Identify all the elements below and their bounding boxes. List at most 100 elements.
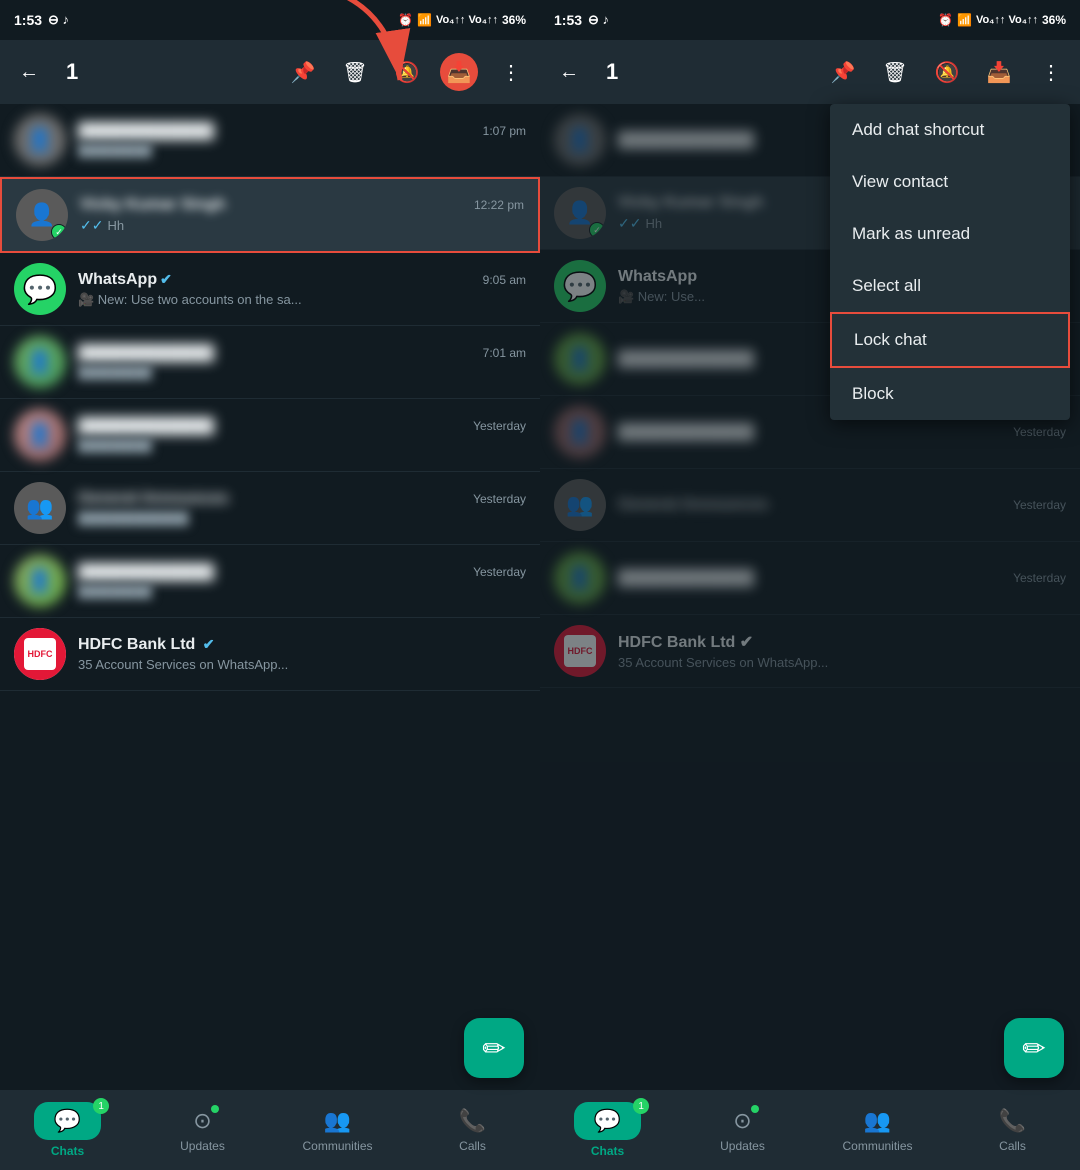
chat-preview: ████████	[78, 584, 526, 599]
lock-chat-label: Lock chat	[854, 330, 927, 349]
chat-time: 7:01 am	[483, 346, 526, 360]
group-icon: 👥	[26, 495, 53, 521]
avatar-badge: ✓	[51, 224, 67, 240]
right-more-button[interactable]: ⋮	[1032, 53, 1070, 91]
menu-view-contact[interactable]: View contact	[830, 156, 1070, 208]
chat-name: ████████████	[618, 423, 754, 441]
chat-preview-text: Hh	[645, 216, 662, 231]
right-delete-icon: 🗑	[882, 60, 907, 85]
chat-content: ████████████ 1:07 pm ████████	[78, 122, 526, 158]
communities-icon: 👥	[324, 1107, 352, 1135]
chat-time: 9:05 am	[483, 273, 526, 287]
chats-label: Chats	[51, 1144, 84, 1158]
chat-item[interactable]: HDFC HDFC Bank Ltd ✔ 35 Account Services…	[0, 618, 540, 691]
chat-item[interactable]: 👥 General Announces Yesterday ██████████…	[0, 472, 540, 545]
left-archive-icon: 📥	[447, 60, 472, 85]
avatar-icon: 👤	[566, 200, 593, 226]
right-updates-dot	[751, 1105, 759, 1113]
chat-preview-text: 35 Account Services on WhatsApp...	[78, 657, 288, 672]
double-tick-icon: ✓✓	[80, 217, 103, 234]
right-communities-icon: 👥	[864, 1107, 892, 1135]
right-status-right: ⏰ 📶 Vo₄↑↑ Vo₄↑↑ 36%	[938, 13, 1066, 27]
right-back-button[interactable]: ←	[550, 53, 588, 91]
chat-preview-text: ████████	[78, 365, 152, 380]
right-status-left: 1:53 ⊖ ♪	[554, 12, 609, 28]
chat-item[interactable]: 👤 ████████████ Yesterday ████████	[0, 545, 540, 618]
nav-item-chats[interactable]: 💬 1 Chats	[0, 1094, 135, 1166]
calls-icon: 📞	[459, 1107, 487, 1135]
right-compose-icon: ✏	[1022, 1032, 1045, 1065]
chat-name: Vicky Kumar Singh	[618, 194, 764, 212]
whatsapp-icon: 💬	[563, 270, 598, 303]
avatar: 👤	[554, 333, 606, 385]
avatar: 💬	[554, 260, 606, 312]
chat-item[interactable]: 👤 ████████████ 7:01 am ████████	[0, 326, 540, 399]
right-nav-chats[interactable]: 💬 1 Chats	[540, 1094, 675, 1166]
left-signal-icon: Vo₄↑↑ Vo₄↑↑	[436, 14, 498, 26]
right-delete-button[interactable]: 🗑	[876, 53, 914, 91]
nav-item-calls[interactable]: 📞 Calls	[405, 1099, 540, 1161]
chat-preview: 35 Account Services on WhatsApp...	[78, 657, 526, 672]
chat-item[interactable]: 👤 ████████████ 1:07 pm ████████	[0, 104, 540, 177]
chat-time: Yesterday	[473, 419, 526, 433]
right-nav-calls[interactable]: 📞 Calls	[945, 1099, 1080, 1161]
menu-lock-chat[interactable]: Lock chat	[830, 312, 1070, 368]
chat-preview-text: 🎥 New: Use two accounts on the sa...	[78, 292, 302, 308]
communities-label: Communities	[302, 1139, 372, 1153]
right-archive-button[interactable]: 📥	[980, 53, 1018, 91]
chat-content: WhatsApp✔ 9:05 am 🎥 New: Use two account…	[78, 271, 526, 308]
right-chats-label: Chats	[591, 1144, 624, 1158]
nav-item-communities[interactable]: 👥 Communities	[270, 1099, 405, 1161]
chats-icon: 💬 1	[34, 1102, 101, 1140]
menu-mark-unread[interactable]: Mark as unread	[830, 208, 1070, 260]
menu-select-all[interactable]: Select all	[830, 260, 1070, 312]
add-shortcut-label: Add chat shortcut	[852, 120, 984, 139]
right-pin-button[interactable]: 📌	[824, 53, 862, 91]
right-compose-fab[interactable]: ✏	[1004, 1018, 1064, 1078]
chat-time: Yesterday	[473, 492, 526, 506]
chat-content: ████████████ Yesterday	[618, 423, 1066, 441]
chat-name: HDFC Bank Ltd ✔	[618, 632, 753, 652]
left-panel: 1:53 ⊖ ♪ ⏰ 📶 Vo₄↑↑ Vo₄↑↑ 36% ← 1 📌 🗑 🔕 📥	[0, 0, 540, 1170]
left-mute-button[interactable]: 🔕	[388, 53, 426, 91]
chat-item: 👤 ████████████ Yesterday	[540, 542, 1080, 615]
chat-preview: 🎥 New: Use two accounts on the sa...	[78, 292, 526, 308]
chat-header: General Announces Yesterday	[78, 490, 526, 508]
chat-time: Yesterday	[473, 565, 526, 579]
right-bottom-nav: 💬 1 Chats ⊙ Updates 👥 Communities 📞 Call…	[540, 1090, 1080, 1170]
menu-block[interactable]: Block	[830, 368, 1070, 420]
hdfc-logo: HDFC	[28, 649, 53, 659]
chat-item[interactable]: 💬 WhatsApp✔ 9:05 am 🎥 New: Use two accou…	[0, 253, 540, 326]
chat-preview: ████████	[78, 143, 526, 158]
compose-icon: ✏	[482, 1032, 505, 1065]
right-calls-icon: 📞	[999, 1107, 1027, 1135]
chat-item-selected[interactable]: 👤 ✓ Vicky Kumar Singh 12:22 pm ✓✓ Hh	[0, 177, 540, 253]
chat-preview-text: ████████	[78, 143, 152, 158]
right-mute-button[interactable]: 🔕	[928, 53, 966, 91]
left-delete-button[interactable]: 🗑	[336, 53, 374, 91]
left-more-button[interactable]: ⋮	[492, 53, 530, 91]
chat-header: Vicky Kumar Singh 12:22 pm	[80, 196, 524, 214]
left-back-button[interactable]: ←	[10, 53, 48, 91]
chat-content: Vicky Kumar Singh 12:22 pm ✓✓ Hh	[80, 196, 524, 234]
right-nav-communities[interactable]: 👥 Communities	[810, 1099, 945, 1161]
right-time: 1:53	[554, 12, 582, 28]
updates-icon: ⊙	[189, 1107, 217, 1135]
chat-content: HDFC Bank Ltd ✔ 35 Account Services on W…	[78, 636, 526, 672]
left-archive-button[interactable]: 📥	[440, 53, 478, 91]
menu-add-shortcut[interactable]: Add chat shortcut	[830, 104, 1070, 156]
avatar-icon: 👤	[566, 565, 593, 591]
chat-header: HDFC Bank Ltd ✔	[618, 632, 1066, 652]
chat-item: HDFC HDFC Bank Ltd ✔ 35 Account Services…	[540, 615, 1080, 688]
right-updates-label: Updates	[720, 1139, 765, 1153]
updates-label: Updates	[180, 1139, 225, 1153]
compose-fab[interactable]: ✏	[464, 1018, 524, 1078]
chat-name: ████████████	[78, 344, 214, 362]
nav-item-updates[interactable]: ⊙ Updates	[135, 1099, 270, 1161]
left-pin-button[interactable]: 📌	[284, 53, 322, 91]
avatar-icon: 👤	[26, 568, 53, 594]
left-toolbar: ← 1 📌 🗑 🔕 📥 ⋮	[0, 40, 540, 104]
right-nav-updates[interactable]: ⊙ Updates	[675, 1099, 810, 1161]
right-pin-icon: 📌	[831, 60, 856, 85]
chat-item[interactable]: 👤 ████████████ Yesterday ████████	[0, 399, 540, 472]
